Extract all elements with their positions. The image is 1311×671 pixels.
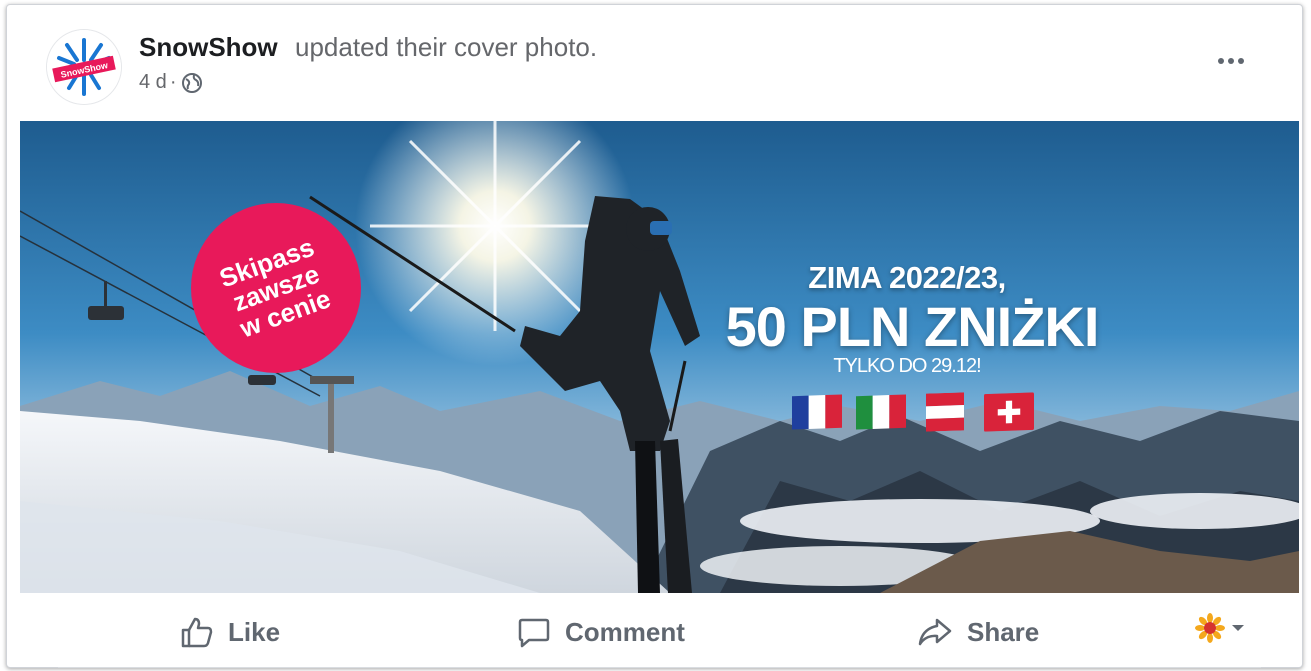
comment-label: Comment <box>565 616 685 647</box>
france-flag-icon <box>792 394 842 430</box>
reaction-selector[interactable] <box>1195 613 1245 643</box>
promo-headline-1: ZIMA 2022/23, <box>808 260 1006 295</box>
speech-bubble-icon <box>518 618 550 648</box>
austria-flag-icon <box>926 392 964 432</box>
comment-button[interactable]: Comment <box>517 614 685 650</box>
page-name-link[interactable]: SnowShow <box>139 32 278 63</box>
like-button[interactable]: Like <box>180 614 280 650</box>
promo-subline: TYLKO DO 29.12! <box>833 355 981 377</box>
post-actions: Like Comment Share <box>20 593 1299 671</box>
like-label: Like <box>228 616 281 647</box>
chevron-down-icon <box>1232 625 1244 631</box>
switzerland-flag-icon <box>984 392 1034 432</box>
globe-icon[interactable] <box>181 72 203 94</box>
snowshow-logo-icon: SnowShow <box>47 30 121 104</box>
post-action-text: updated their cover photo. <box>295 32 598 62</box>
share-arrow-icon <box>918 618 952 646</box>
promo-badge: Skipass zawsze w cenie <box>191 203 361 373</box>
post-card: SnowShow SnowShow updated their cover ph… <box>6 4 1303 668</box>
meta-separator: · <box>169 71 177 93</box>
thumbs-up-icon <box>181 617 213 648</box>
italy-flag-icon <box>856 394 906 430</box>
flag-row <box>792 392 1034 432</box>
actions-divider <box>58 667 1261 668</box>
more-horizontal-icon <box>1218 58 1224 64</box>
share-label: Share <box>967 616 1040 647</box>
sunflower-icon <box>1195 613 1225 643</box>
badge-text: Skipass zawsze w cenie <box>215 231 335 344</box>
post-meta: 4 d · <box>139 71 203 94</box>
post-timestamp[interactable]: 4 d <box>139 71 167 94</box>
more-options-button[interactable] <box>1207 45 1255 77</box>
promo-headline-2: 50 PLN ZNIŻKI <box>725 295 1100 358</box>
cover-photo[interactable]: Skipass zawsze w cenie ZIMA 2022/23, 50 … <box>20 121 1299 593</box>
avatar[interactable]: SnowShow <box>47 30 121 104</box>
share-button[interactable]: Share <box>917 614 1039 650</box>
